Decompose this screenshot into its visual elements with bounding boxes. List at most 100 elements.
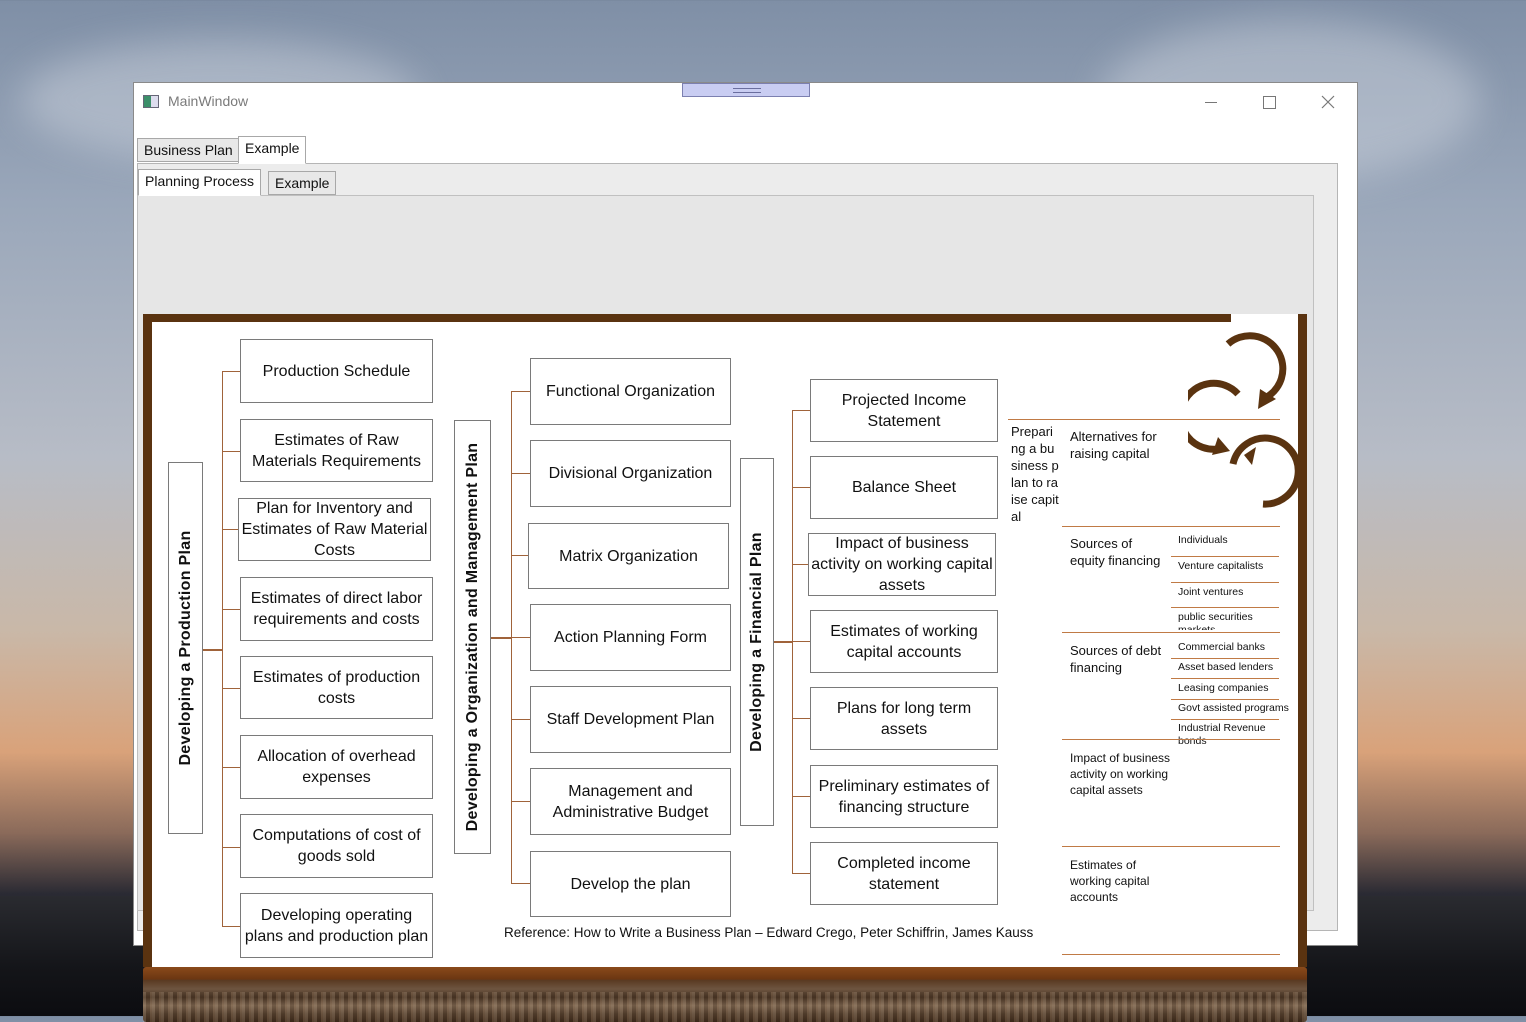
- organization-plan-header: Developing a Organization and Management…: [454, 420, 491, 854]
- equity-item: public securities markets: [1178, 611, 1253, 630]
- divider: [1171, 582, 1279, 583]
- connector: [511, 555, 528, 556]
- title-bar[interactable]: MainWindow: [134, 83, 1357, 119]
- equity-label: Sources of equity financing: [1070, 536, 1161, 568]
- debt-label: Sources of debt financing: [1070, 643, 1162, 675]
- app-icon: [143, 95, 159, 108]
- production-plan-header: Developing a Production Plan: [168, 462, 203, 834]
- production-item: Plan for Inventory and Estimates of Raw …: [238, 498, 431, 561]
- connector: [491, 637, 512, 639]
- connector: [222, 926, 240, 927]
- connector: [222, 371, 223, 927]
- debt-item: Leasing companies: [1178, 682, 1269, 694]
- close-icon: [1321, 95, 1335, 109]
- organization-item: Matrix Organization: [528, 523, 729, 589]
- tab-example-inner[interactable]: Example: [268, 171, 337, 195]
- alternatives-label: Alternatives for raising capital: [1070, 429, 1157, 461]
- equity-item: Joint ventures: [1178, 586, 1244, 598]
- frame-left-bar: [143, 314, 152, 967]
- minimize-icon: [1205, 101, 1217, 103]
- organization-item: Functional Organization: [530, 358, 731, 425]
- debt-item: Asset based lenders: [1178, 661, 1274, 673]
- financial-item: Plans for long term assets: [810, 687, 998, 750]
- impact-label: Impact of business activity on working c…: [1070, 751, 1171, 797]
- divider: [1008, 419, 1280, 420]
- frame-top-bar: [143, 314, 1231, 322]
- production-item: Estimates of production costs: [240, 656, 433, 719]
- connector: [222, 767, 240, 768]
- connector: [511, 801, 530, 802]
- financial-item: Estimates of working capital accounts: [810, 610, 998, 673]
- organization-item: Develop the plan: [530, 851, 731, 917]
- connector: [792, 796, 810, 797]
- connector: [792, 410, 793, 874]
- organization-item: Staff Development Plan: [530, 686, 731, 753]
- production-item: Estimates of Raw Materials Requirements: [240, 419, 433, 482]
- financial-item: Impact of business activity on working c…: [808, 533, 996, 596]
- divider: [1171, 719, 1279, 720]
- main-window: MainWindow Business Plan Example Plannin…: [133, 82, 1358, 1022]
- close-button[interactable]: [1305, 87, 1351, 117]
- drag-grip-handle[interactable]: [682, 83, 810, 97]
- organization-item: Management and Administrative Budget: [530, 768, 731, 835]
- maximize-icon: [1262, 95, 1276, 109]
- equity-item: Individuals: [1178, 534, 1228, 546]
- connector: [203, 649, 223, 651]
- divider: [1062, 526, 1280, 527]
- divider: [1062, 739, 1280, 740]
- connector: [792, 873, 810, 874]
- connector: [792, 641, 810, 642]
- debt-item: Industrial Revenue bonds: [1178, 722, 1266, 747]
- connector: [511, 473, 530, 474]
- financial-plan-header: Developing a Financial Plan: [740, 458, 774, 826]
- connector: [222, 688, 240, 689]
- divider: [1171, 699, 1279, 700]
- inner-tab-panel: Developing a Production Plan Production …: [137, 195, 1314, 1022]
- connector: [222, 609, 240, 610]
- connector: [792, 410, 810, 411]
- connector: [222, 451, 240, 452]
- financial-item: Completed income statement: [810, 842, 998, 905]
- capital-heading: Preparing a business plan to raise capit…: [1011, 424, 1059, 524]
- organization-plan-title: Developing a Organization and Management…: [463, 442, 481, 832]
- tab-planning-process[interactable]: Planning Process: [138, 169, 261, 196]
- financial-item: Preliminary estimates of financing struc…: [810, 765, 998, 828]
- planning-process-diagram: Developing a Production Plan Production …: [143, 314, 1307, 1022]
- connector: [792, 487, 810, 488]
- divider: [1062, 846, 1280, 847]
- divider: [1171, 678, 1279, 679]
- tab-business-plan[interactable]: Business Plan: [137, 138, 240, 162]
- organization-item: Divisional Organization: [530, 440, 731, 507]
- shelf-texture: [143, 992, 1307, 1022]
- organization-item: Action Planning Form: [530, 604, 731, 671]
- maximize-button[interactable]: [1246, 87, 1292, 117]
- financial-item: Projected Income Statement: [810, 379, 998, 442]
- reference-text: Reference: How to Write a Business Plan …: [504, 925, 1034, 940]
- production-item: Allocation of overhead expenses: [240, 735, 433, 799]
- divider: [1062, 954, 1280, 955]
- connector: [511, 391, 530, 392]
- connector: [511, 719, 530, 720]
- connector: [222, 847, 240, 848]
- connector: [511, 637, 530, 638]
- minimize-button[interactable]: [1188, 87, 1234, 117]
- connector: [792, 718, 810, 719]
- divider: [1171, 556, 1279, 557]
- connector: [222, 371, 240, 372]
- production-item: Estimates of direct labor requirements a…: [240, 577, 433, 641]
- connector: [792, 564, 808, 565]
- divider: [1062, 632, 1280, 633]
- financial-item: Balance Sheet: [810, 456, 998, 519]
- equity-item: Venture capitalists: [1178, 560, 1264, 572]
- financial-plan-title: Developing a Financial Plan: [748, 532, 765, 752]
- connector: [774, 641, 793, 643]
- production-item: Developing operating plans and productio…: [240, 893, 433, 958]
- tab-example-outer[interactable]: Example: [238, 136, 307, 164]
- debt-item: Govt assisted programs: [1178, 702, 1289, 714]
- estimates-label: Estimates of working capital accounts: [1070, 858, 1150, 904]
- production-item: Production Schedule: [240, 339, 433, 403]
- connector: [511, 883, 530, 884]
- divider: [1171, 607, 1279, 608]
- production-plan-title: Developing a Production Plan: [176, 530, 194, 766]
- debt-item: Commercial banks: [1178, 641, 1265, 653]
